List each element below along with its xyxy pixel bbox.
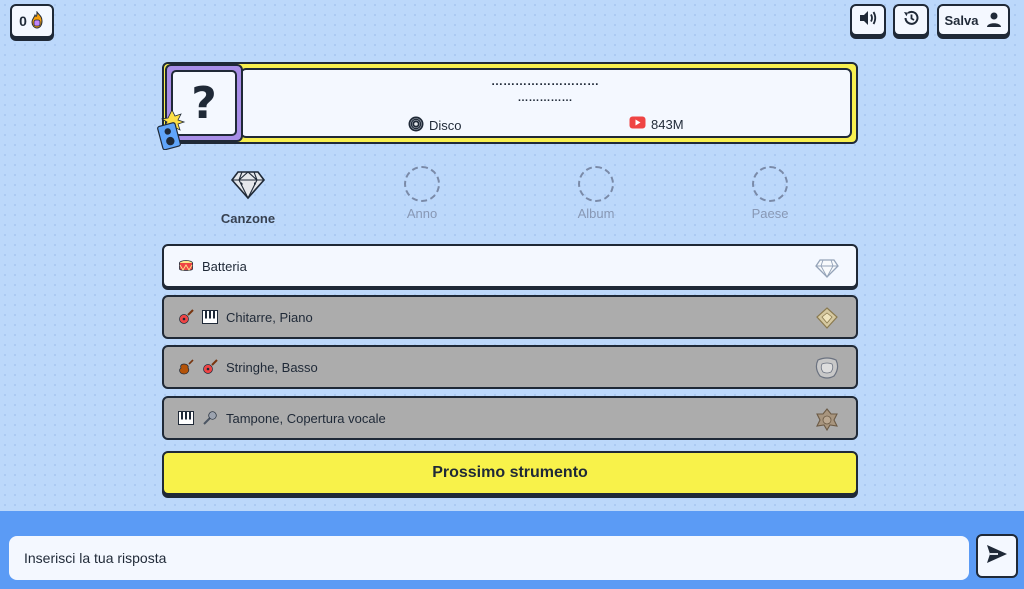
category-label: Canzone — [220, 211, 276, 226]
genre-info: Disco — [408, 116, 462, 135]
genre-label: Disco — [429, 118, 462, 133]
category-label: Anno — [406, 206, 438, 221]
violin-icon — [178, 359, 194, 375]
empty-slot — [404, 166, 440, 202]
sound-button[interactable] — [850, 4, 886, 36]
instrument-label: Batteria — [202, 258, 247, 274]
gold-badge-icon — [814, 306, 840, 330]
microphone-icon — [202, 410, 218, 426]
guitar-icon — [202, 359, 218, 375]
views-info: 843M — [629, 116, 684, 132]
category-label: Paese — [751, 206, 789, 221]
answer-input[interactable] — [9, 536, 969, 580]
category-canzone: Canzone — [198, 166, 298, 226]
instrument-row-stringhe-basso: Stringhe, Basso — [162, 345, 858, 389]
category-label: Album — [577, 206, 615, 221]
song-title-hidden: ……………………… — [491, 74, 599, 88]
guitar-icon — [178, 309, 194, 325]
artist-name-hidden: …………… — [517, 92, 573, 104]
vinyl-record-icon — [408, 116, 424, 135]
bronze-badge-icon — [814, 407, 840, 432]
speaker-badge-icon — [154, 109, 188, 151]
empty-slot — [578, 166, 614, 202]
history-button[interactable] — [893, 4, 929, 36]
instrument-row-batteria: Batteria — [162, 244, 858, 288]
instrument-label: Tampone, Copertura vocale — [226, 410, 386, 426]
piano-icon — [202, 309, 218, 325]
send-button[interactable] — [976, 534, 1018, 578]
save-button[interactable]: Salva — [937, 4, 1010, 36]
category-paese: Paese — [720, 166, 820, 221]
category-anno: Anno — [372, 166, 472, 221]
streak-count: 0 — [19, 13, 27, 29]
history-icon — [902, 9, 920, 32]
next-instrument-button[interactable]: Prossimo strumento — [162, 451, 858, 495]
instrument-row-tampone-copertura-vocale: Tampone, Copertura vocale — [162, 396, 858, 440]
user-icon — [986, 11, 1002, 30]
diamond-badge-icon — [814, 255, 840, 279]
category-album: Album — [546, 166, 646, 221]
youtube-icon — [629, 116, 646, 132]
save-label: Salva — [944, 12, 979, 28]
instrument-label: Stringhe, Basso — [226, 359, 318, 375]
silver-badge-icon — [814, 356, 840, 380]
diamond-icon — [229, 166, 267, 207]
speaker-icon — [859, 10, 877, 31]
instrument-label: Chitarre, Piano — [226, 309, 313, 325]
piano-icon — [178, 410, 194, 426]
views-count: 843M — [651, 116, 684, 132]
empty-slot — [752, 166, 788, 202]
instrument-row-chitarre-piano: Chitarre, Piano — [162, 295, 858, 339]
send-icon — [986, 544, 1008, 569]
streak-counter[interactable]: 0 — [10, 4, 54, 38]
flame-hand-icon — [29, 9, 45, 32]
drum-icon — [178, 258, 194, 274]
